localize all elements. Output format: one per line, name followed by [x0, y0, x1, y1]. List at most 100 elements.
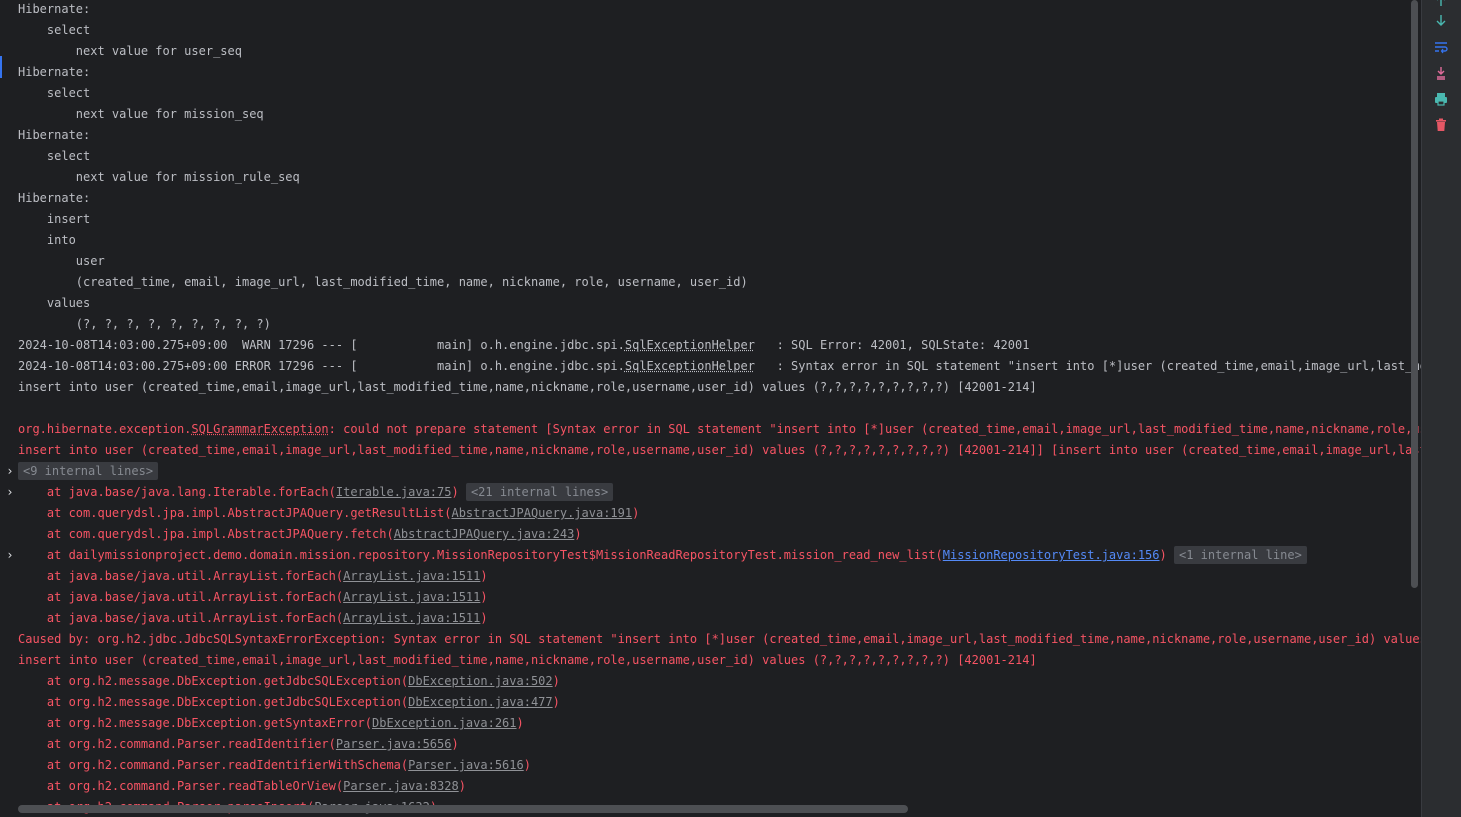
- stack-frame: at org.h2.message.DbException.getSyntaxE…: [18, 713, 524, 734]
- frame-close: ): [480, 611, 488, 625]
- stack-frame: at java.base/java.util.ArrayList.forEach…: [18, 587, 488, 608]
- frame-close: ): [451, 485, 459, 499]
- frame-close: ): [552, 674, 560, 688]
- source-link[interactable]: MissionRepositoryTest.java:156: [943, 548, 1160, 562]
- caused-by-continuation: insert into user (created_time,email,ima…: [18, 653, 1037, 667]
- clear-all-icon[interactable]: [1432, 116, 1450, 134]
- frame-close: ): [523, 758, 531, 772]
- source-link[interactable]: AbstractJPAQuery.java:191: [451, 506, 632, 520]
- exception-class-link[interactable]: SQLGrammarException: [191, 422, 328, 436]
- stack-frame: at com.querydsl.jpa.impl.AbstractJPAQuer…: [18, 503, 639, 524]
- soft-wrap-icon[interactable]: [1432, 38, 1450, 56]
- source-link[interactable]: Iterable.java:75: [336, 485, 452, 499]
- vertical-scrollbar-thumb[interactable]: [1411, 0, 1418, 588]
- console-line: select: [18, 149, 91, 163]
- frame-method: at dailymissionproject.demo.domain.missi…: [18, 548, 943, 562]
- fold-chevron-icon[interactable]: ›: [5, 482, 15, 503]
- frame-close: ): [1159, 548, 1167, 562]
- stack-frame: at java.base/java.lang.Iterable.forEach(…: [18, 482, 614, 503]
- stack-frame: at org.h2.command.Parser.readTableOrView…: [18, 776, 466, 797]
- source-link[interactable]: DbException.java:261: [372, 716, 517, 730]
- console-line: Hibernate:: [18, 65, 98, 79]
- scroll-to-end-icon[interactable]: [1432, 12, 1450, 30]
- frame-close: ): [480, 590, 488, 604]
- console-output[interactable]: Hibernate: select next value for user_se…: [0, 0, 1421, 817]
- console-line: next value for user_seq: [18, 44, 242, 58]
- frame-close: ): [451, 737, 459, 751]
- stack-frame: at org.h2.message.DbException.getJdbcSQL…: [18, 692, 560, 713]
- source-link[interactable]: Parser.java:5656: [336, 737, 452, 751]
- source-link[interactable]: DbException.java:502: [408, 674, 553, 688]
- source-link[interactable]: ArrayList.java:1511: [343, 590, 480, 604]
- scroll-up-icon[interactable]: [1432, 0, 1450, 10]
- frame-close: ): [458, 779, 466, 793]
- log-line-error: 2024-10-08T14:03:00.275+09:00 ERROR 1729…: [18, 356, 1421, 377]
- source-link[interactable]: Parser.java:5616: [408, 758, 524, 772]
- log-line-warn: 2024-10-08T14:03:00.275+09:00 WARN 17296…: [18, 335, 1029, 356]
- exception-continuation: insert into user (created_time,email,ima…: [18, 443, 1421, 457]
- console-line: Hibernate:: [18, 191, 98, 205]
- exception-line: org.hibernate.exception.SQLGrammarExcept…: [18, 419, 1421, 440]
- source-link[interactable]: ArrayList.java:1511: [343, 569, 480, 583]
- source-link[interactable]: DbException.java:477: [408, 695, 553, 709]
- frame-method: at org.h2.command.Parser.readIdentifierW…: [18, 758, 409, 772]
- frame-method: at java.base/java.lang.Iterable.forEach(: [18, 485, 336, 499]
- log-prefix: 2024-10-08T14:03:00.275+09:00 WARN 17296…: [18, 338, 625, 352]
- source-link[interactable]: ArrayList.java:1511: [343, 611, 480, 625]
- console-toolbar: [1421, 0, 1461, 817]
- print-icon[interactable]: [1432, 90, 1450, 108]
- vertical-scrollbar[interactable]: [1410, 0, 1420, 817]
- console-line: insert: [18, 212, 98, 226]
- active-line-marker: [0, 56, 2, 78]
- stack-frame: at com.querydsl.jpa.impl.AbstractJPAQuer…: [18, 524, 582, 545]
- frame-method: at org.h2.message.DbException.getSyntaxE…: [18, 716, 373, 730]
- console-line: (created_time, email, image_url, last_mo…: [18, 275, 755, 289]
- internal-lines-fold[interactable]: <9 internal lines>: [18, 461, 159, 482]
- stack-frame: at dailymissionproject.demo.domain.missi…: [18, 545, 1307, 566]
- frame-method: at org.h2.message.DbException.getJdbcSQL…: [18, 695, 409, 709]
- console-line: next value for mission_rule_seq: [18, 170, 300, 184]
- frame-method: at java.base/java.util.ArrayList.forEach…: [18, 590, 344, 604]
- fold-chevron-icon[interactable]: ›: [5, 545, 15, 566]
- console-line: user: [18, 254, 105, 268]
- console-line: Hibernate:: [18, 2, 98, 16]
- console-line: values: [18, 296, 91, 310]
- internal-lines-pill[interactable]: <21 internal lines>: [465, 483, 614, 501]
- caused-by-line: Caused by: org.h2.jdbc.JdbcSQLSyntaxErro…: [18, 632, 1421, 646]
- frame-method: at java.base/java.util.ArrayList.forEach…: [18, 611, 344, 625]
- exception-package: org.hibernate.exception.: [18, 422, 192, 436]
- console-line: into: [18, 233, 76, 247]
- stack-frame: at org.h2.command.Parser.readIdentifier(…: [18, 734, 459, 755]
- console-line: select: [18, 86, 91, 100]
- horizontal-scrollbar-thumb[interactable]: [18, 805, 908, 813]
- exception-message: : could not prepare statement [Syntax er…: [328, 422, 1421, 436]
- frame-method: at com.querydsl.jpa.impl.AbstractJPAQuer…: [18, 506, 452, 520]
- internal-lines-pill[interactable]: <9 internal lines>: [18, 462, 159, 480]
- frame-close: ): [632, 506, 640, 520]
- frame-method: at org.h2.command.Parser.readIdentifier(: [18, 737, 336, 751]
- console-line: select: [18, 23, 91, 37]
- stack-frame: at org.h2.command.Parser.readIdentifierW…: [18, 755, 531, 776]
- frame-method: at java.base/java.util.ArrayList.forEach…: [18, 569, 344, 583]
- class-link[interactable]: SqlExceptionHelper: [625, 359, 755, 373]
- class-link[interactable]: SqlExceptionHelper: [625, 338, 755, 352]
- log-prefix: 2024-10-08T14:03:00.275+09:00 ERROR 1729…: [18, 359, 625, 373]
- frame-close: ): [516, 716, 524, 730]
- log-message: : Syntax error in SQL statement "insert …: [776, 359, 1421, 373]
- source-link[interactable]: Parser.java:8328: [343, 779, 459, 793]
- frame-close: ): [574, 527, 582, 541]
- frame-method: at org.h2.command.Parser.readTableOrView…: [18, 779, 344, 793]
- scroll-to-end-stop-icon[interactable]: [1432, 64, 1450, 82]
- source-link[interactable]: AbstractJPAQuery.java:243: [394, 527, 575, 541]
- frame-method: at com.querydsl.jpa.impl.AbstractJPAQuer…: [18, 527, 394, 541]
- stack-frame: at org.h2.message.DbException.getJdbcSQL…: [18, 671, 560, 692]
- stack-frame: at java.base/java.util.ArrayList.forEach…: [18, 608, 488, 629]
- frame-close: ): [480, 569, 488, 583]
- stack-frame: at java.base/java.util.ArrayList.forEach…: [18, 566, 488, 587]
- console-line: (?, ?, ?, ?, ?, ?, ?, ?, ?): [18, 317, 271, 331]
- log-message: : SQL Error: 42001, SQLState: 42001: [754, 338, 1030, 352]
- log-line-continuation: insert into user (created_time,email,ima…: [18, 380, 1037, 394]
- frame-close: ): [552, 695, 560, 709]
- fold-chevron-icon[interactable]: ›: [5, 461, 15, 482]
- internal-lines-pill[interactable]: <1 internal line>: [1173, 546, 1307, 564]
